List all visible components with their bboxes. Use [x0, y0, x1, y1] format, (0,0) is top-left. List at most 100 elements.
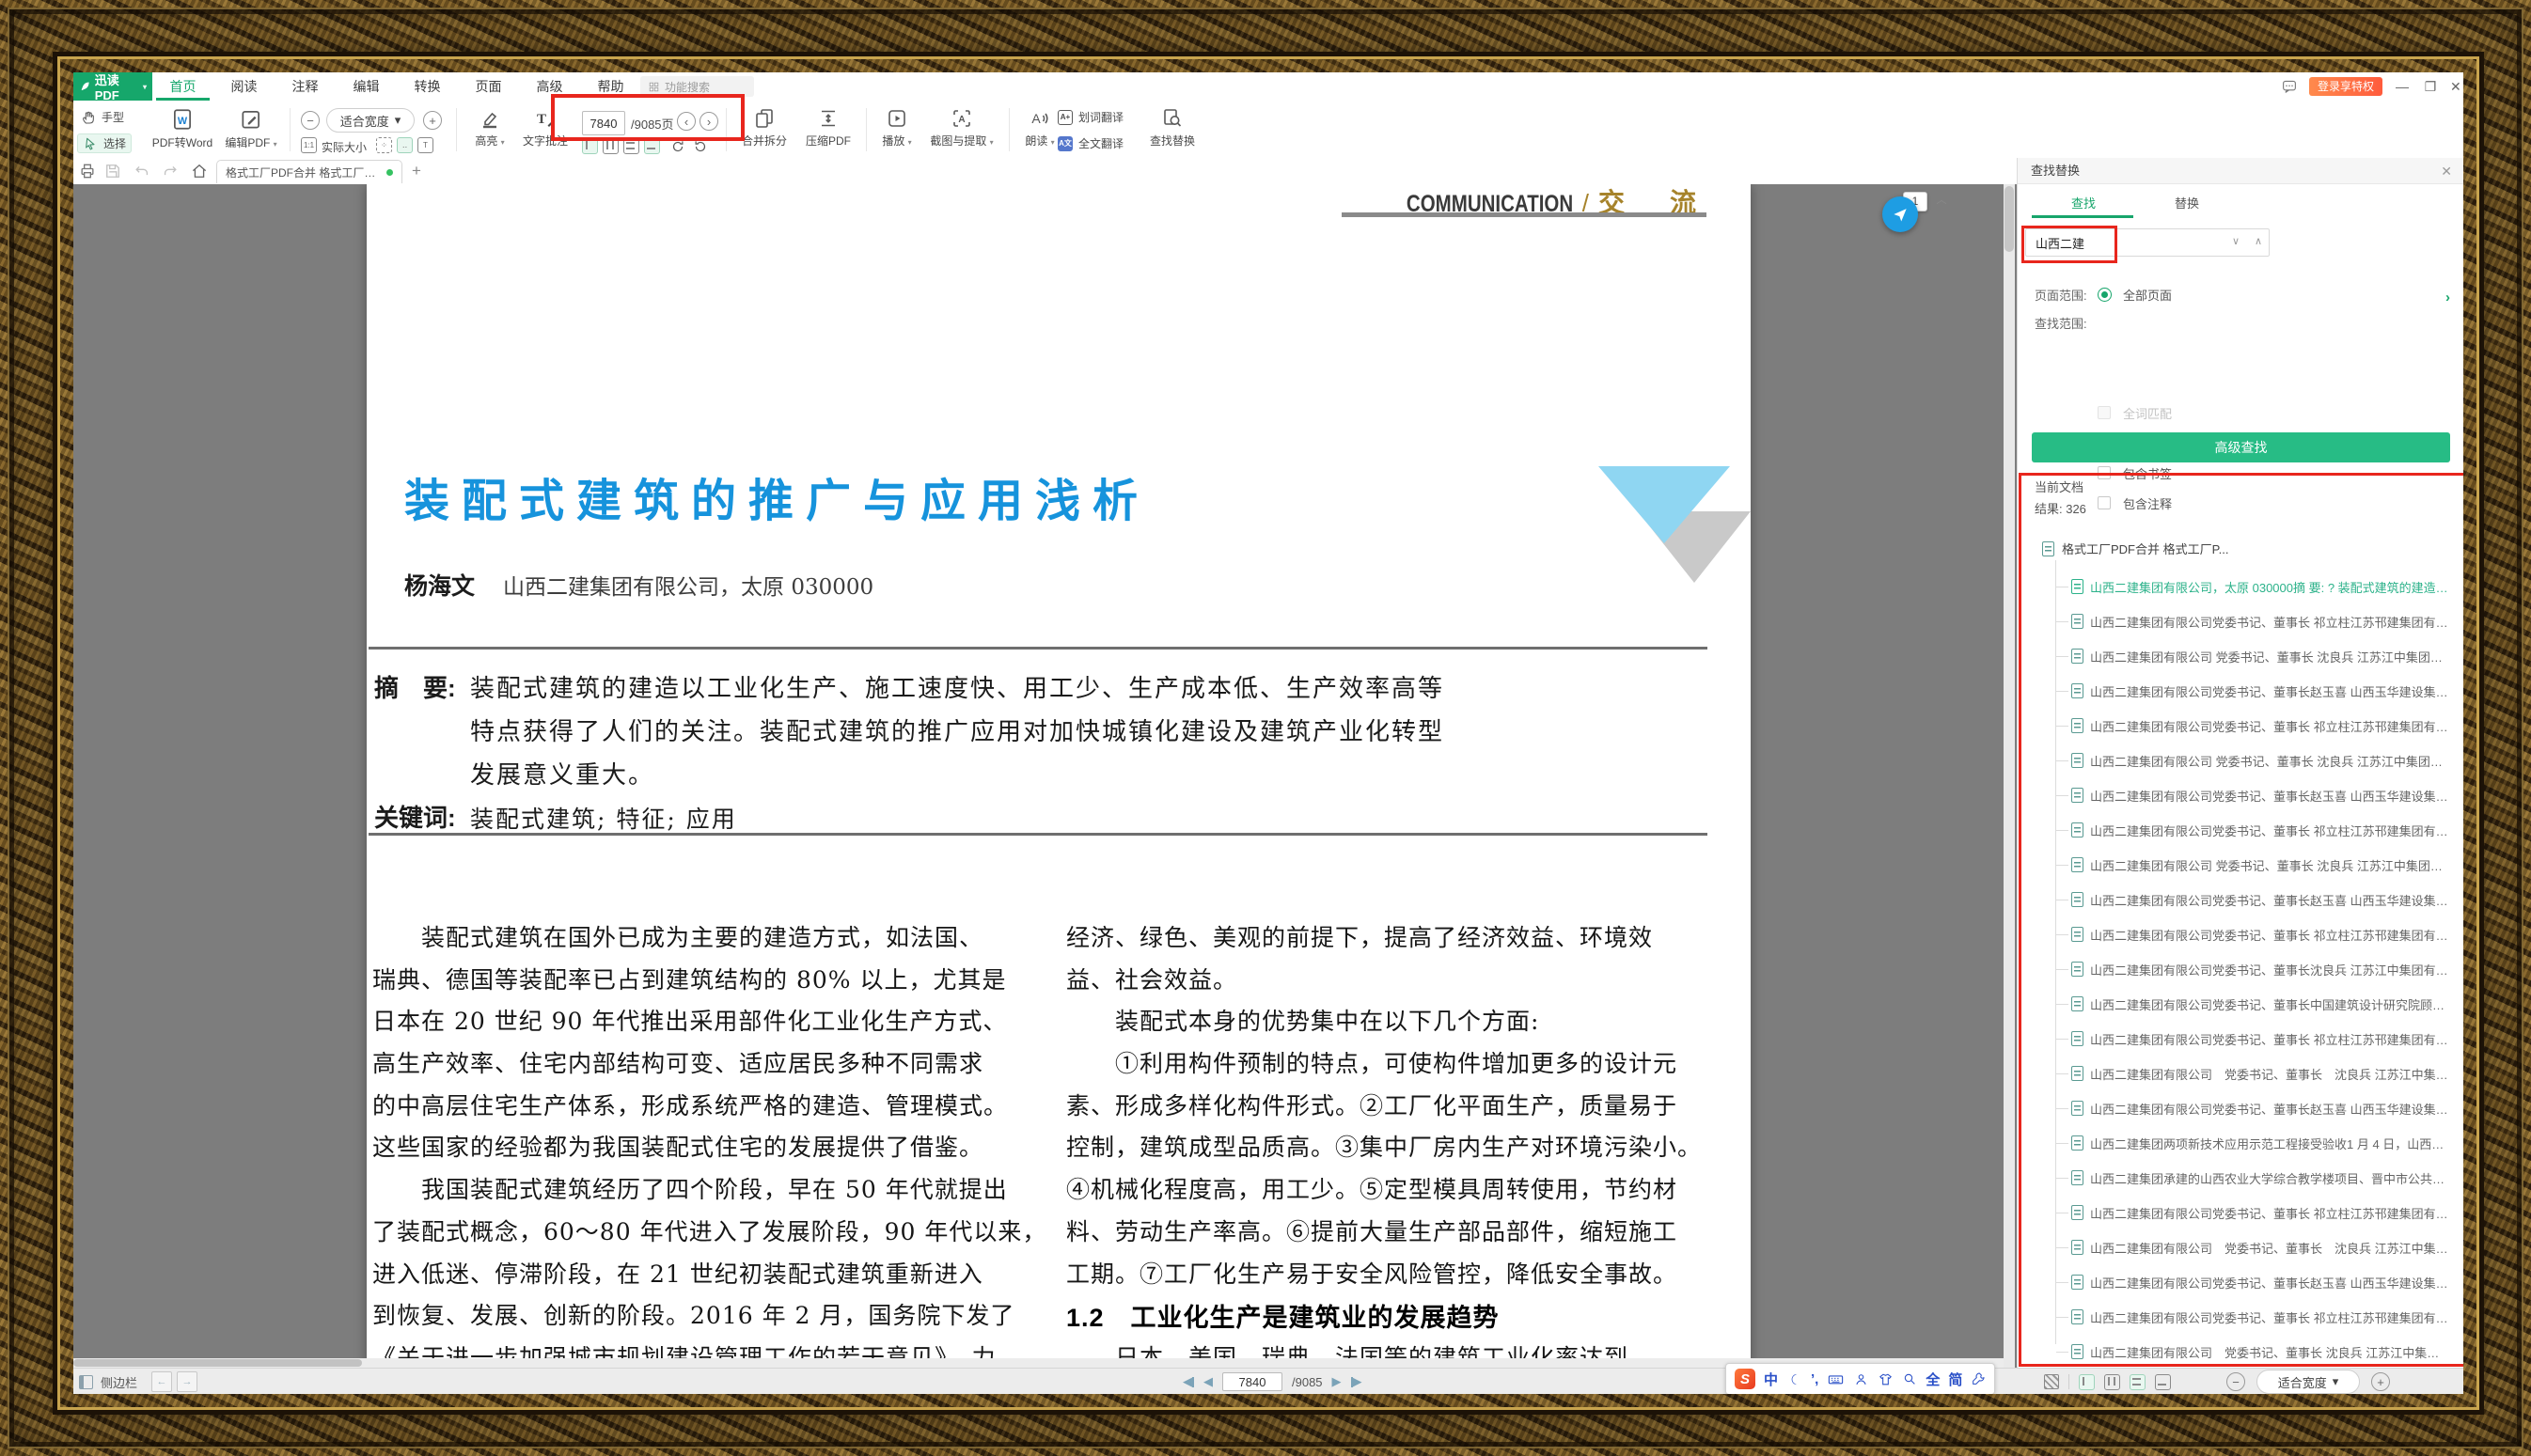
page-range-radio[interactable]	[2098, 288, 2112, 302]
zoom-level-dropdown[interactable]: 适合宽度▾	[326, 108, 415, 133]
search-result-item[interactable]: 山西二建集团有限公司 党委书记、董事长 沈良兵 江苏江中集团有限公司...	[2018, 751, 2463, 770]
search-result-item[interactable]: 山西二建集团有限公司党委书记、董事长沈良兵 江苏江中集团有限公司...	[2018, 960, 2463, 978]
panel-close-icon[interactable]: ✕	[2441, 158, 2452, 184]
search-prev-chevron[interactable]: ∨	[2232, 235, 2240, 247]
skin-shirt-icon[interactable]	[1878, 1371, 1894, 1387]
single-page-view-button[interactable]	[2079, 1374, 2095, 1390]
compress-pdf-button[interactable]: 压缩PDF	[798, 107, 858, 149]
last-page-button[interactable]: ▶	[1351, 1374, 1362, 1389]
zoom-level-dropdown[interactable]: 适合宽度▾	[2256, 1370, 2360, 1394]
search-result-item[interactable]: 山西二建集团承建的山西农业大学综合教学楼项目、晋中市公共租赁住房...	[2018, 1168, 2463, 1187]
search-result-item[interactable]: 山西二建集团两项新技术应用示范工程接受验收1 月 4 日，山西二建集团...	[2018, 1134, 2463, 1152]
capture-extract-button[interactable]: 截图与提取 ▾	[921, 107, 1002, 149]
two-page-continuous-view-button[interactable]	[2155, 1374, 2171, 1390]
input-method-toolbar[interactable]: S 中 ’, 全 简	[1725, 1363, 1995, 1394]
restore-button[interactable]: ❐	[2422, 79, 2439, 95]
redo-icon[interactable]	[161, 162, 180, 180]
search-result-item[interactable]: 山西二建集团有限公司党委书记、董事长赵玉喜 山西玉华建设集团有限...	[2018, 1273, 2463, 1292]
highlight-button[interactable]: 高亮 ▾	[464, 107, 516, 149]
search-result-item[interactable]: 山西二建集团有限公司党委书记、董事长赵玉喜 山西玉华建设集团有限...	[2018, 890, 2463, 909]
menu-tab[interactable]: 编辑	[336, 72, 397, 101]
rotate-left-icon[interactable]	[692, 138, 709, 155]
search-result-item[interactable]: 山西二建集团有限公司党委书记、董事长 祁立柱江苏邗建集团有限公司...	[2018, 821, 2463, 839]
floating-assistant-button[interactable]	[1882, 196, 1918, 232]
vertical-scrollbar[interactable]	[2004, 184, 2015, 1368]
search-result-item[interactable]: 山西二建集团有限公司党委书记、董事长 祁立柱江苏邗建集团有限公司...	[2018, 716, 2463, 735]
horizontal-scrollbar-thumb[interactable]	[73, 1359, 362, 1367]
search-result-item[interactable]: 山西二建集团有限公司党委书记、董事长 祁立柱江苏邗建集团有限公司...	[2018, 1203, 2463, 1222]
person-icon[interactable]	[1853, 1371, 1869, 1387]
toolbar-page-number-input[interactable]	[582, 111, 625, 135]
search-result-item[interactable]: 山西二建集团有限公司 党委书记、董事长 沈良兵 江苏江中集团有限公司...	[2018, 855, 2463, 874]
menu-tab[interactable]: 高级	[519, 72, 580, 101]
ime-simplified-toggle[interactable]: 简	[1948, 1370, 1962, 1389]
zoom-out-button[interactable]: −	[301, 111, 320, 130]
search-result-item[interactable]: 山西二建集团有限公司党委书记、董事长 祁立柱江苏邗建集团有限公司...	[2018, 1307, 2463, 1326]
menu-tab[interactable]: 阅读	[213, 72, 275, 101]
feature-search-box[interactable]: 功能搜索	[640, 76, 754, 97]
continuous-layout-button[interactable]	[644, 138, 660, 154]
vertical-scrollbar-thumb[interactable]	[2004, 186, 2014, 252]
minimize-button[interactable]: —	[2394, 79, 2411, 94]
first-page-button[interactable]: ◀	[1183, 1374, 1194, 1389]
previous-page-button[interactable]: ◀	[1203, 1374, 1213, 1389]
search-result-item[interactable]: 山西二建集团有限公司党委书记、董事长 祁立柱江苏邗建集团有限公司...	[2018, 925, 2463, 944]
continuous-view-button[interactable]	[2130, 1374, 2146, 1390]
undo-icon[interactable]	[133, 162, 151, 180]
panel-tab[interactable]: 查找	[2032, 190, 2135, 218]
sidebar-toggle[interactable]: 侧边栏	[79, 1369, 137, 1394]
search-result-item[interactable]: 山西二建集团有限公司党委书记、董事长赵玉喜 山西玉华建设集团有限...	[2018, 681, 2463, 700]
document-tab[interactable]: 格式工厂PDF合并 格式工厂PD...	[216, 160, 402, 183]
two-page-view-button[interactable]	[2104, 1374, 2120, 1390]
previous-page-button[interactable]: ‹	[677, 112, 696, 131]
forward-view-button[interactable]: →	[177, 1371, 197, 1392]
select-tool-button[interactable]: 选择	[77, 133, 132, 153]
menu-tab[interactable]: 注释	[275, 72, 336, 101]
menu-tab[interactable]: 转换	[397, 72, 458, 101]
app-logo[interactable]: 迅读PDF ▾	[73, 72, 152, 101]
search-icon[interactable]	[1902, 1371, 1917, 1386]
single-page-layout-button[interactable]	[582, 138, 598, 154]
back-view-button[interactable]: ←	[151, 1371, 172, 1392]
search-next-chevron[interactable]: ∧	[2255, 235, 2262, 247]
rotate-right-icon[interactable]	[669, 138, 686, 155]
fit-page-button[interactable]: ⁘	[376, 137, 392, 153]
zoom-in-button[interactable]: +	[423, 111, 442, 130]
ime-fullwidth-toggle[interactable]: 全	[1926, 1370, 1940, 1389]
home-icon[interactable]	[190, 162, 209, 180]
menu-tab[interactable]: 首页	[152, 72, 213, 101]
search-result-item[interactable]: 山西二建集团有限公司党委书记、董事长 祁立柱江苏邗建集团有限公司...	[2018, 612, 2463, 631]
search-result-item[interactable]: 山西二建集团有限公司党委书记、董事长 祁立柱江苏邗建集团有限公司...	[2018, 1029, 2463, 1048]
collapse-chevron-button[interactable]: ︿	[1933, 192, 1950, 209]
checkbox[interactable]	[2098, 406, 2111, 419]
background-pattern-button[interactable]	[2044, 1374, 2059, 1389]
next-page-button[interactable]: ▶	[1332, 1374, 1342, 1389]
result-root-node[interactable]: 格式工厂PDF合并 格式工厂P...	[2042, 540, 2228, 557]
search-result-item[interactable]: 山西二建集团有限公司 党委书记、董事长 沈良兵 江苏江中集团有限...	[2018, 1064, 2463, 1083]
search-result-item[interactable]: 山西二建集团有限公司，太原 030000摘 要: ? 装配式建筑的建造以工...	[2018, 577, 2463, 596]
search-result-item[interactable]: 山西二建集团有限公司 党委书记、董事长 沈良兵 江苏江中集团有限...	[2018, 1238, 2463, 1257]
play-button[interactable]: 播放 ▾	[872, 107, 921, 149]
fit-width-button[interactable]: ‥	[397, 137, 413, 153]
search-result-item[interactable]: 山西二建集团有限公司党委书记、董事长赵玉喜 山西玉华建设集团有限...	[2018, 786, 2463, 805]
ime-language-toggle[interactable]: 中	[1764, 1370, 1778, 1389]
new-tab-button[interactable]: +	[412, 162, 421, 180]
find-replace-button[interactable]: 查找替换	[1142, 107, 1203, 149]
pdf-to-word-button[interactable]: PDF转Word	[149, 107, 215, 150]
next-page-button[interactable]: ›	[700, 112, 718, 131]
hand-tool-button[interactable]: 手型	[81, 109, 124, 125]
close-button[interactable]: ✕	[2450, 79, 2460, 95]
fit-text-button[interactable]: T	[417, 137, 433, 153]
edit-pdf-button[interactable]: 编辑PDF ▾	[221, 107, 281, 150]
search-result-item[interactable]: 山西二建集团有限公司党委书记、董事长赵玉喜 山西玉华建设集团有限...	[2018, 1099, 2463, 1118]
checkbox[interactable]	[2098, 496, 2111, 509]
merge-split-button[interactable]: 合并拆分	[734, 107, 794, 149]
zoom-out-button[interactable]: −	[2226, 1372, 2245, 1391]
full-translate-button[interactable]: A文 全文翻译	[1058, 135, 1124, 151]
advanced-search-button[interactable]: 高级查找	[2032, 432, 2450, 462]
zoom-in-button[interactable]: +	[2371, 1372, 2390, 1391]
menu-tab[interactable]: 页面	[458, 72, 519, 101]
login-button[interactable]: 登录享特权	[2309, 77, 2382, 96]
keyboard-icon[interactable]	[1827, 1370, 1845, 1388]
wrench-icon[interactable]	[1971, 1371, 1986, 1386]
